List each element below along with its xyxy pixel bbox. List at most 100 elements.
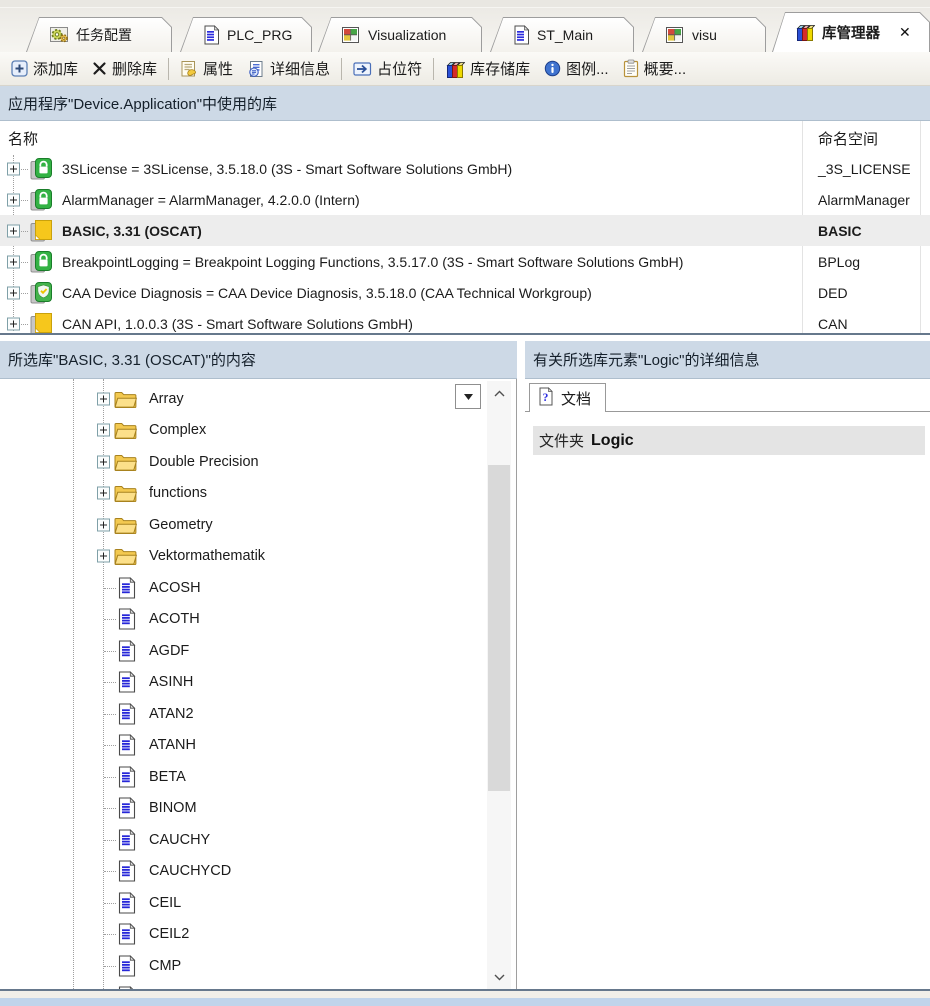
tree-doc-item[interactable]: ACOTH [0,604,516,636]
book-icon [30,313,52,334]
expand-plus-icon[interactable] [97,487,110,500]
document-icon [117,766,136,788]
add-library-button[interactable]: 添加库 [4,56,85,82]
legend-button[interactable]: 图例... [537,56,616,82]
library-row[interactable]: BreakpointLogging = Breakpoint Logging F… [0,246,930,277]
tab-plc-prg[interactable]: PLC_PRG [180,17,312,52]
properties-icon [180,60,198,78]
tree-scrollbar[interactable] [487,381,511,989]
details-button[interactable]: 详细信息 [240,56,337,82]
library-namespace: DED [818,285,848,301]
tree-doc-item[interactable] [0,982,516,990]
library-name: BASIC, 3.31 (OSCAT) [62,223,202,239]
library-repository-button[interactable]: 库存储库 [438,56,537,82]
tree-doc-item[interactable]: ASINH [0,667,516,699]
toolbar-separator [168,58,169,80]
expand-plus-icon[interactable] [97,455,110,468]
library-row[interactable]: CAA Device Diagnosis = CAA Device Diagno… [0,277,930,308]
tree-item-label: CEIL [149,895,181,911]
column-namespace[interactable]: 命名空间 [818,128,878,149]
tree-doc-item[interactable]: CAUCHY [0,824,516,856]
tab-label: visu [692,27,717,43]
tree-doc-item[interactable]: ATANH [0,730,516,762]
library-rows: 3SLicense = 3SLicense, 3.5.18.0 (3S - Sm… [0,153,930,333]
details-panel: ? 文档 文件夹 Logic [525,379,930,989]
scrollbar-up-icon[interactable] [487,383,511,403]
expand-plus-icon[interactable] [7,255,20,268]
library-namespace: BASIC [818,223,862,239]
expand-plus-icon[interactable] [97,392,110,405]
library-row[interactable]: CAN API, 1.0.0.3 (3S - Smart Software So… [0,308,930,333]
scrollbar-down-icon[interactable] [487,967,511,987]
used-libraries-header: 应用程序"Device.Application"中使用的库 [0,86,930,121]
document-icon [117,955,136,977]
tab-label: 任务配置 [76,25,132,45]
expand-plus-icon[interactable] [7,193,20,206]
summary-button[interactable]: 概要... [616,56,694,82]
tree-item-label: CAUCHYCD [149,863,231,879]
library-row[interactable]: AlarmManager = AlarmManager, 4.2.0.0 (In… [0,184,930,215]
library-name: CAN API, 1.0.0.3 (3S - Smart Software So… [62,316,413,332]
expand-plus-icon[interactable] [97,550,110,563]
tree-folder-item[interactable]: Complex [0,415,516,447]
library-manager-icon [795,22,815,42]
tab-documentation[interactable]: ? 文档 [529,383,606,412]
delete-library-button[interactable]: 删除库 [85,56,164,82]
folder-heading: 文件夹 Logic [533,426,925,455]
pou-icon [513,25,530,45]
tree-item-label: CEIL2 [149,926,189,942]
placeholder-button[interactable]: 占位符 [346,56,429,82]
tree-view-dropdown-button[interactable] [455,384,481,409]
library-row[interactable]: BASIC, 3.31 (OSCAT) BASIC [0,215,930,246]
messages-panel-edge [0,998,930,1006]
horizontal-splitter[interactable] [0,333,930,341]
tree-item-label: Vektormathematik [149,548,265,564]
tab-library-manager[interactable]: 库管理器 ✕ [772,12,930,52]
shield-icon [30,282,52,304]
document-icon [117,671,136,693]
library-namespace: CAN [818,316,848,332]
tree-doc-item[interactable]: BINOM [0,793,516,825]
tree-folder-item[interactable]: functions [0,478,516,510]
expand-plus-icon[interactable] [97,424,110,437]
library-name: 3SLicense = 3SLicense, 3.5.18.0 (3S - Sm… [62,161,512,177]
expand-plus-icon[interactable] [7,162,20,175]
tree-doc-item[interactable]: CMP [0,950,516,982]
tree-doc-item[interactable]: ATAN2 [0,698,516,730]
tree-item-label: BETA [149,769,186,785]
close-icon[interactable]: ✕ [899,24,911,41]
tree-doc-item[interactable]: CEIL [0,887,516,919]
chevron-down-icon [464,394,473,400]
tree-folder-item[interactable]: Double Precision [0,446,516,478]
tab-visualization[interactable]: Visualization [318,17,482,52]
task-config-icon [49,25,69,45]
tree-item-label: Complex [149,422,206,438]
library-name: CAA Device Diagnosis = CAA Device Diagno… [62,285,592,301]
tab-visu[interactable]: visu [642,17,766,52]
tree-doc-item[interactable]: AGDF [0,635,516,667]
heading-prefix: 文件夹 [539,430,584,451]
tree-item-label: Geometry [149,517,213,533]
tree-folder-item[interactable]: Vektormathematik [0,541,516,573]
column-name[interactable]: 名称 [8,128,38,149]
scrollbar-thumb[interactable] [488,465,510,791]
tree-doc-item[interactable]: CEIL2 [0,919,516,951]
expand-plus-icon[interactable] [7,224,20,237]
properties-button[interactable]: 属性 [173,56,240,82]
library-row[interactable]: 3SLicense = 3SLicense, 3.5.18.0 (3S - Sm… [0,153,930,184]
tree-folder-item[interactable]: Array [0,383,516,415]
tree-doc-item[interactable]: BETA [0,761,516,793]
expand-plus-icon[interactable] [97,518,110,531]
toolbar-label: 图例... [566,58,609,79]
doc-tab-label: 文档 [561,388,591,409]
window-top-strip [0,0,930,8]
expand-plus-icon[interactable] [7,286,20,299]
tree-doc-item[interactable]: CAUCHYCD [0,856,516,888]
tree-doc-item[interactable]: ACOSH [0,572,516,604]
lock-icon [30,251,52,273]
document-icon [117,923,136,945]
tree-folder-item[interactable]: Geometry [0,509,516,541]
expand-plus-icon[interactable] [7,317,20,330]
tab-st-main[interactable]: ST_Main [490,17,634,52]
tab-task-config[interactable]: 任务配置 [26,17,172,52]
